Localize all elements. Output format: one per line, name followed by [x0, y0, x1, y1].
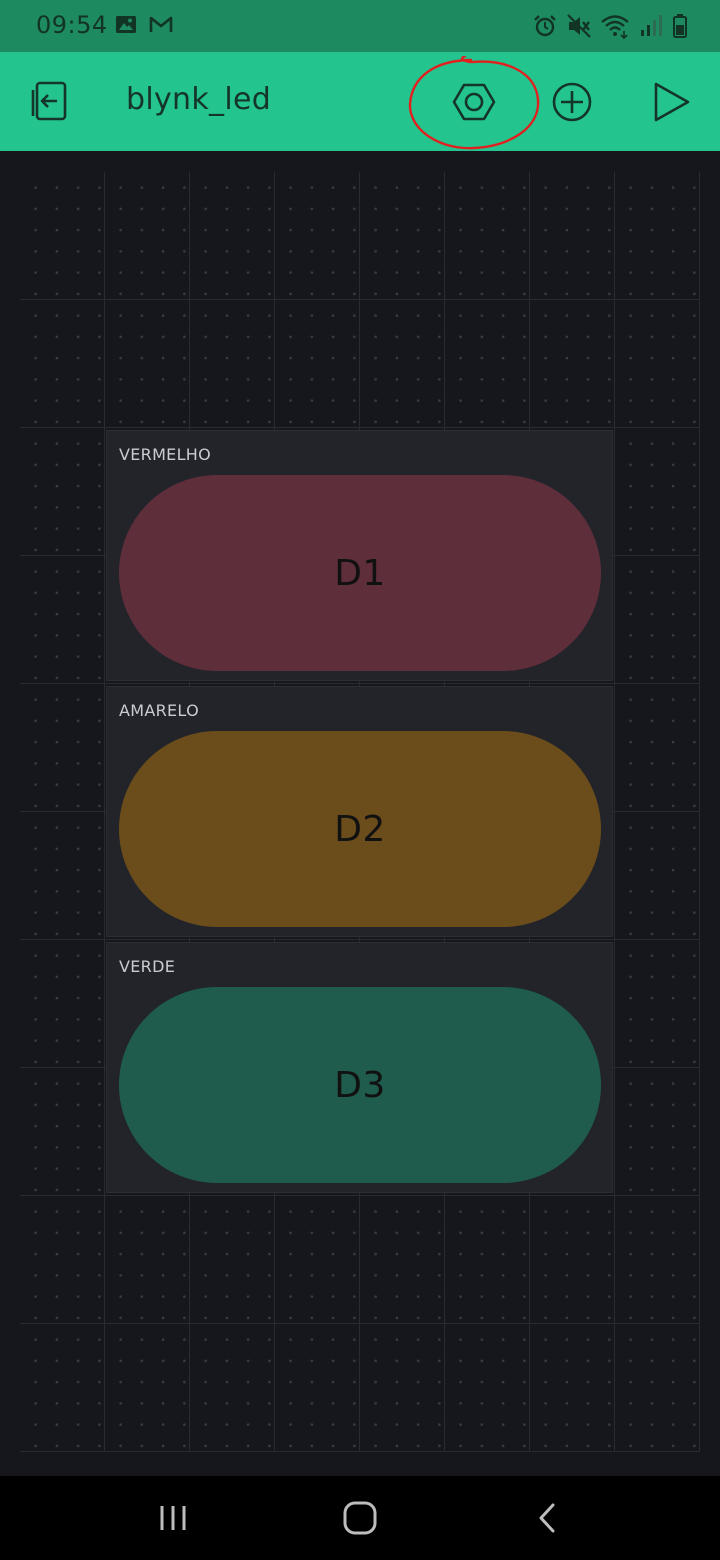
grid-cell — [615, 684, 700, 812]
grid-cell — [20, 428, 105, 556]
grid-cell — [530, 1196, 615, 1324]
grid-cell — [20, 1068, 105, 1196]
widget-label: VERMELHO — [119, 445, 212, 464]
grid-cell — [275, 300, 360, 428]
home-button[interactable] — [330, 1496, 390, 1540]
grid-cell — [615, 1196, 700, 1324]
grid-cell — [615, 300, 700, 428]
project-title: blynk_led — [126, 82, 272, 117]
grid-cell — [360, 1324, 445, 1452]
grid-cell — [105, 172, 190, 300]
play-icon — [654, 82, 690, 122]
widget-verde[interactable]: VERDE D3 — [106, 942, 613, 1193]
grid-cell — [190, 172, 275, 300]
button-d3[interactable]: D3 — [119, 987, 601, 1183]
home-icon — [343, 1501, 377, 1535]
grid-cell — [20, 300, 105, 428]
add-widget-icon — [552, 82, 592, 122]
play-button[interactable] — [642, 74, 698, 130]
grid-cell — [360, 172, 445, 300]
grid-cell — [20, 940, 105, 1068]
grid-cell — [360, 300, 445, 428]
grid-cell — [275, 172, 360, 300]
grid-cell — [20, 812, 105, 940]
button-d2[interactable]: D2 — [119, 731, 601, 927]
grid-cell — [20, 1196, 105, 1324]
grid-cell — [445, 300, 530, 428]
navigation-bar — [0, 1476, 720, 1560]
grid-cell — [20, 684, 105, 812]
battery-icon — [673, 14, 687, 38]
exit-project-icon — [31, 81, 67, 121]
back-icon — [539, 1503, 555, 1533]
mute-icon — [567, 14, 591, 38]
grid-cell — [275, 1324, 360, 1452]
alarm-icon — [534, 15, 556, 37]
recent-apps-icon — [160, 1506, 186, 1530]
back-button[interactable] — [518, 1496, 578, 1540]
button-d1[interactable]: D1 — [119, 475, 601, 671]
grid-cell — [615, 172, 700, 300]
image-icon — [116, 16, 136, 33]
grid-cell — [190, 1196, 275, 1324]
grid-cell — [105, 1324, 190, 1452]
widget-label: AMARELO — [119, 701, 199, 720]
grid-cell — [615, 940, 700, 1068]
project-settings-button[interactable] — [446, 74, 502, 130]
widget-amarelo[interactable]: AMARELO D2 — [106, 686, 613, 937]
widget-vermelho[interactable]: VERMELHO D1 — [106, 430, 613, 681]
grid-cell — [615, 812, 700, 940]
signal-icon — [641, 15, 662, 36]
grid-cell — [105, 1196, 190, 1324]
grid-cell — [530, 172, 615, 300]
add-widget-button[interactable] — [544, 74, 600, 130]
grid-cell — [20, 1324, 105, 1452]
grid-cell — [190, 1324, 275, 1452]
grid-cell — [615, 1068, 700, 1196]
button-label: D1 — [334, 552, 386, 594]
wifi-icon — [601, 15, 629, 39]
grid-cell — [360, 1196, 445, 1324]
grid-cell — [615, 428, 700, 556]
grid-cell — [445, 1324, 530, 1452]
settings-hex-icon — [452, 83, 496, 121]
grid-cell — [105, 300, 190, 428]
mail-icon — [149, 16, 173, 32]
grid-cell — [530, 300, 615, 428]
button-label: D3 — [334, 1064, 386, 1106]
button-label: D2 — [334, 808, 386, 850]
status-time: 09:54 — [36, 11, 108, 39]
grid-cell — [20, 172, 105, 300]
grid-cell — [275, 1196, 360, 1324]
exit-project-button[interactable] — [21, 74, 77, 130]
widget-label: VERDE — [119, 957, 176, 976]
recent-apps-button[interactable] — [143, 1496, 203, 1540]
grid-cell — [615, 556, 700, 684]
grid-cell — [615, 1324, 700, 1452]
status-bar: 09:54 — [0, 0, 720, 52]
grid-cell — [20, 556, 105, 684]
grid-cell — [190, 300, 275, 428]
grid-cell — [530, 1324, 615, 1452]
grid-cell — [445, 172, 530, 300]
app-bar: blynk_led — [0, 52, 720, 151]
grid-cell — [445, 1196, 530, 1324]
